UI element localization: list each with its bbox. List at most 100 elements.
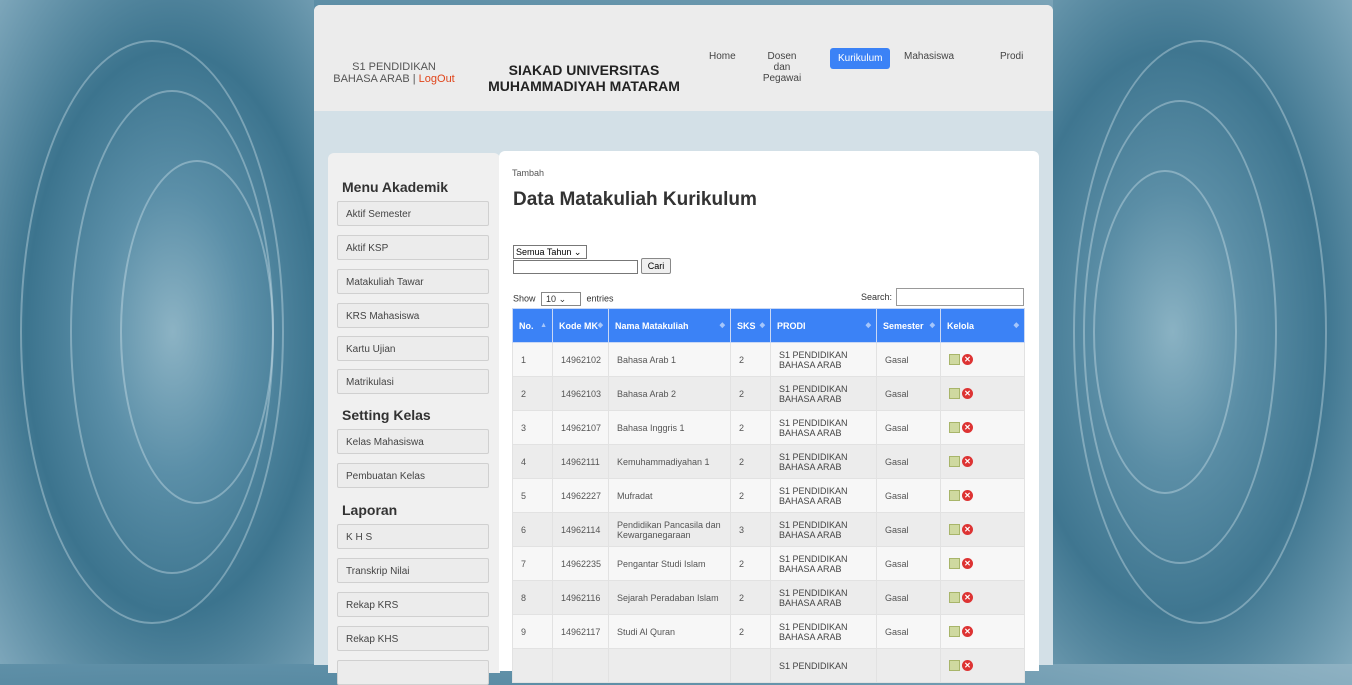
logout-link[interactable]: LogOut (419, 73, 455, 85)
menu-pembuatan-kelas[interactable]: Pembuatan Kelas (337, 463, 489, 488)
cell-prodi: S1 PENDIDIKAN BAHASA ARAB (770, 410, 877, 445)
cari-button[interactable]: Cari (641, 258, 671, 274)
table-row: 7 14962235 Pengantar Studi Islam 2 S1 PENDID… (512, 546, 1025, 581)
col-nama-matakuliah[interactable]: Nama Matakuliah ◆ (608, 308, 731, 343)
edit-icon[interactable] (949, 456, 960, 468)
edit-icon[interactable] (949, 660, 960, 672)
cell-nama-matakuliah: Bahasa Arab 1 (608, 342, 731, 377)
page-container: S1 PENDIDIKAN BAHASA ARAB | LogOut SIAKA… (314, 5, 1053, 685)
cell-nama-matakuliah: Sejarah Peradaban Islam (608, 580, 731, 615)
edit-icon[interactable] (949, 524, 960, 536)
delete-icon[interactable]: ✕ (962, 524, 973, 536)
cell-sks: 2 (730, 546, 771, 581)
menu-kelas-mahasiswa[interactable]: Kelas Mahasiswa (337, 429, 489, 454)
chevron-down-icon: ⌄ (573, 247, 582, 257)
edit-icon[interactable] (949, 592, 960, 604)
delete-icon[interactable]: ✕ (962, 388, 973, 400)
sort-icon: ◆ (597, 322, 603, 329)
cell-kelola: ✕ (940, 410, 1025, 445)
table-row: 4 14962111 Kemuhammadiyahan 1 2 S1 PENDIDIKA… (512, 444, 1025, 479)
col-semester[interactable]: Semester ◆ (876, 308, 941, 343)
menu-transkrip-nilai[interactable]: Transkrip Nilai (337, 558, 489, 583)
cell-kode-mk: 14962107 (552, 410, 609, 445)
main-content: Tambah Data Matakuliah Kurikulum Semua T… (499, 151, 1039, 683)
menu-rekap-krs[interactable]: Rekap KRS (337, 592, 489, 617)
nav-dosen-pegawai[interactable]: Dosen dan Pegawai (761, 51, 803, 84)
cell-semester: Gasal (876, 376, 941, 411)
cell-kode-mk: 14962103 (552, 376, 609, 411)
delete-icon[interactable]: ✕ (962, 592, 973, 604)
cell-no: 2 (512, 376, 553, 411)
cell-no: 3 (512, 410, 553, 445)
search-label: Search: (861, 292, 893, 302)
cell-no: 7 (512, 546, 553, 581)
menu-matakuliah-tawar[interactable]: Matakuliah Tawar (337, 269, 489, 294)
cell-kelola: ✕ (940, 376, 1025, 411)
search-input[interactable] (513, 260, 638, 274)
cell-prodi: S1 PENDIDIKAN BAHASA ARAB (770, 444, 877, 479)
table-row: 6 14962114 Pendidikan Pancasila dan Kewarg… (512, 512, 1025, 547)
nav-prodi[interactable]: Prodi (1000, 51, 1023, 62)
cell-semester (876, 648, 941, 683)
delete-icon[interactable]: ✕ (962, 490, 973, 502)
col-prodi[interactable]: PRODI ◆ (770, 308, 877, 343)
delete-icon[interactable]: ✕ (962, 660, 973, 672)
col-kelola[interactable]: Kelola ◆ (940, 308, 1025, 343)
page-title: Data Matakuliah Kurikulum (513, 189, 757, 210)
entries-select[interactable]: 10 ⌄ (541, 292, 582, 306)
edit-icon[interactable] (949, 490, 960, 502)
menu-aktif-semester[interactable]: Aktif Semester (337, 201, 489, 226)
cell-kelola: ✕ (940, 580, 1025, 615)
menu-kartu-ujian[interactable]: Kartu Ujian (337, 336, 489, 361)
col-kode-mk[interactable]: Kode MK ◆ (552, 308, 609, 343)
cell-prodi: S1 PENDIDIKAN BAHASA ARAB (770, 512, 877, 547)
cell-prodi: S1 PENDIDIKAN BAHASA ARAB (770, 580, 877, 615)
year-select[interactable]: Semua Tahun ⌄ (513, 245, 587, 259)
edit-icon[interactable] (949, 558, 960, 570)
cell-sks: 2 (730, 410, 771, 445)
header: S1 PENDIDIKAN BAHASA ARAB | LogOut SIAKA… (314, 5, 1053, 111)
cell-nama-matakuliah: Bahasa Inggris 1 (608, 410, 731, 445)
cell-semester: Gasal (876, 410, 941, 445)
tambah-link[interactable]: Tambah (512, 168, 544, 178)
delete-icon[interactable]: ✕ (962, 626, 973, 638)
nav-kurikulum[interactable]: Kurikulum (830, 48, 891, 69)
cell-sks: 2 (730, 478, 771, 513)
cell-kelola: ✕ (940, 444, 1025, 479)
cell-semester: Gasal (876, 342, 941, 377)
table-search-input[interactable] (896, 288, 1024, 306)
col-no[interactable]: No. ▲ (512, 308, 553, 343)
sort-icon: ▲ (540, 322, 547, 329)
menu-aktif-ksp[interactable]: Aktif KSP (337, 235, 489, 260)
cell-nama-matakuliah: Studi Al Quran (608, 614, 731, 649)
cell-kode-mk: 14962102 (552, 342, 609, 377)
delete-icon[interactable]: ✕ (962, 422, 973, 434)
cell-semester: Gasal (876, 614, 941, 649)
cell-sks: 3 (730, 512, 771, 547)
edit-icon[interactable] (949, 422, 960, 434)
menu-krs-mahasiswa[interactable]: KRS Mahasiswa (337, 303, 489, 328)
nav-home[interactable]: Home (709, 51, 736, 62)
menu-rekap-khs[interactable]: Rekap KHS (337, 626, 489, 651)
delete-icon[interactable]: ✕ (962, 354, 973, 366)
cell-no: 1 (512, 342, 553, 377)
sort-icon: ◆ (865, 322, 871, 329)
site-title: SIAKAD UNIVERSITAS MUHAMMADIYAH MATARAM (488, 62, 680, 94)
col-sks[interactable]: SKS ◆ (730, 308, 771, 343)
cell-prodi: S1 PENDIDIKAN BAHASA ARAB (770, 376, 877, 411)
entries-control: Show 10 ⌄ entries (513, 292, 614, 306)
cell-kode-mk: 14962111 (552, 444, 609, 479)
menu-matrikulasi[interactable]: Matrikulasi (337, 369, 489, 394)
delete-icon[interactable]: ✕ (962, 456, 973, 468)
cell-kode-mk: 14962116 (552, 580, 609, 615)
edit-icon[interactable] (949, 626, 960, 638)
table-row: 8 14962116 Sejarah Peradaban Islam 2 S1 PEND… (512, 580, 1025, 615)
menu-akademik-title: Menu Akademik (342, 179, 449, 195)
edit-icon[interactable] (949, 388, 960, 400)
sort-icon: ◆ (929, 322, 935, 329)
edit-icon[interactable] (949, 354, 960, 366)
sort-icon: ◆ (759, 322, 765, 329)
delete-icon[interactable]: ✕ (962, 558, 973, 570)
menu-khs[interactable]: K H S (337, 524, 489, 549)
nav-mahasiswa[interactable]: Mahasiswa (904, 51, 954, 62)
